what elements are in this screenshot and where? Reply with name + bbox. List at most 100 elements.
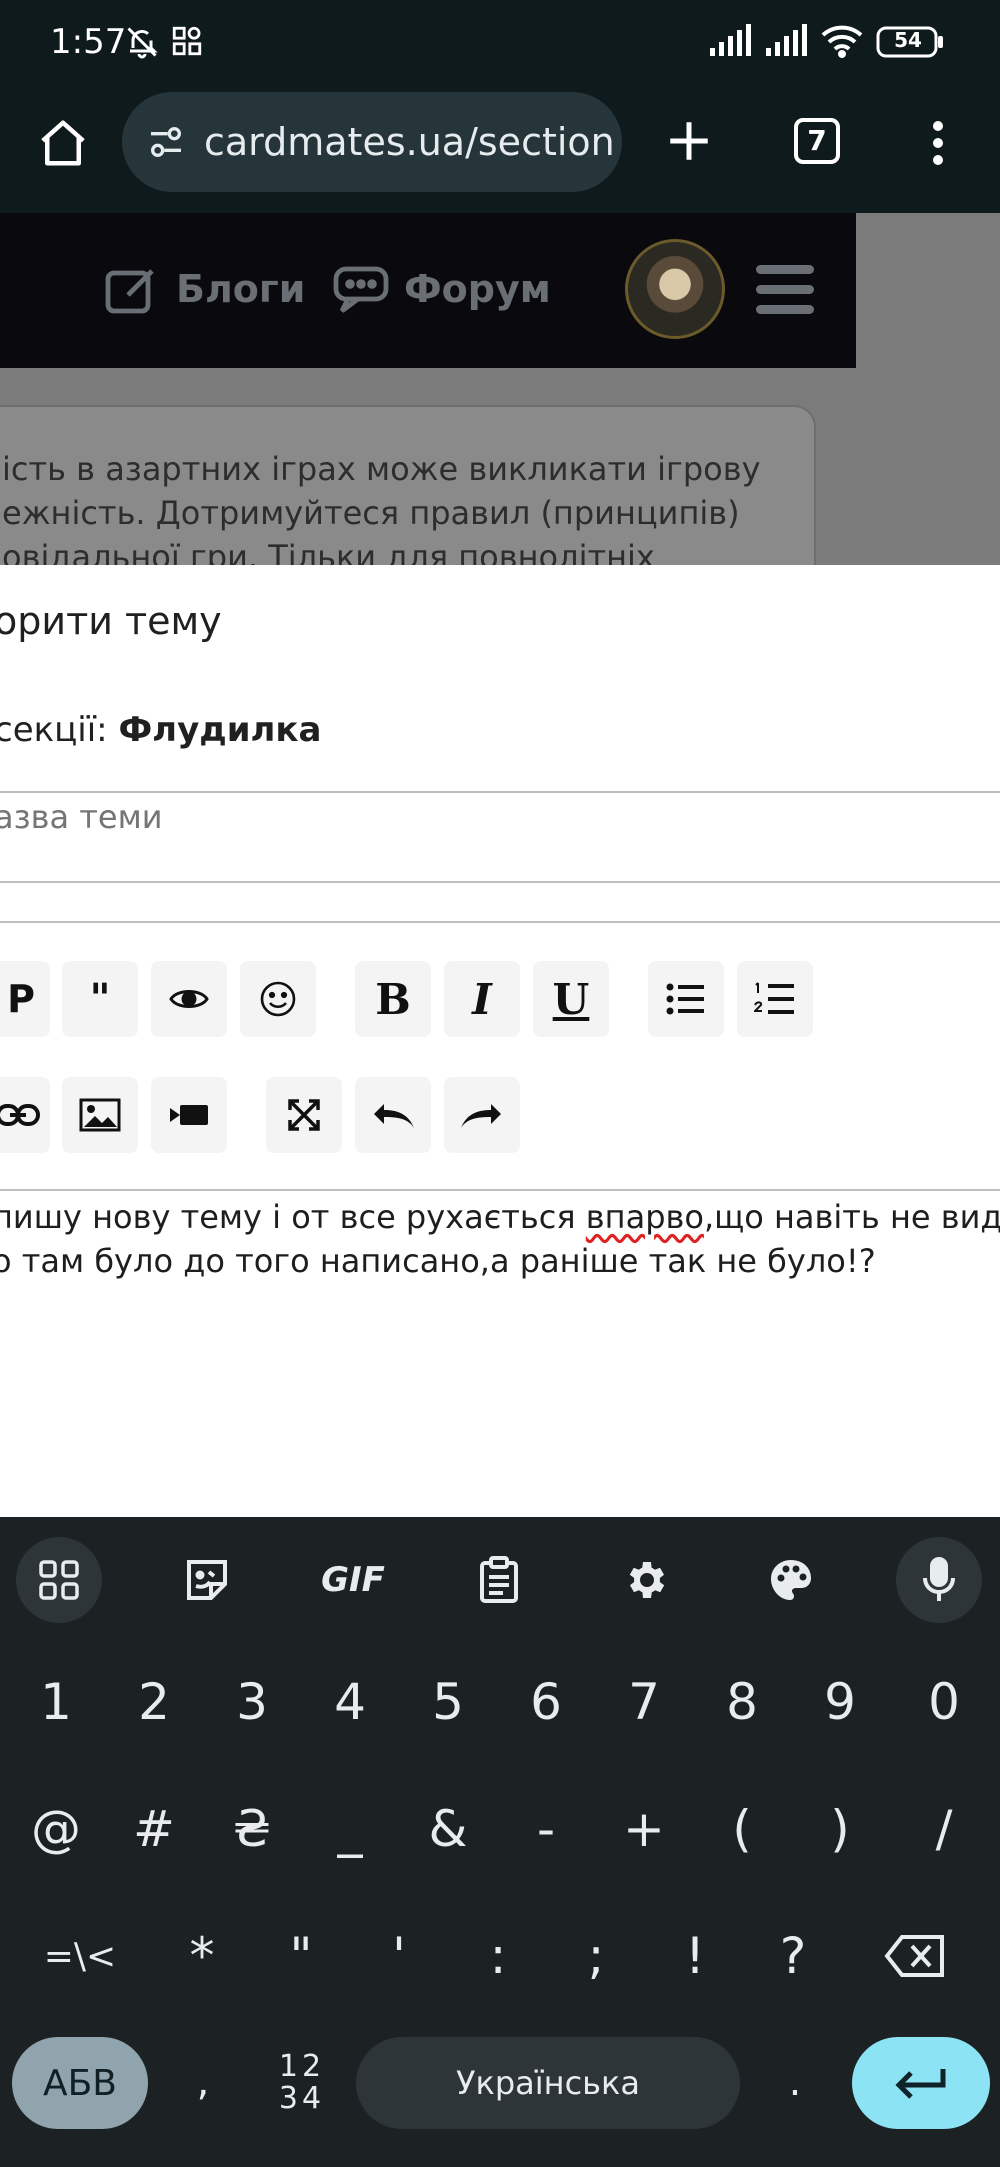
quote-button[interactable]: " — [62, 961, 138, 1037]
divider — [0, 921, 1000, 923]
modal-title: орити тему — [0, 599, 222, 643]
key-3[interactable]: 3 — [207, 1657, 297, 1747]
key-at[interactable]: @ — [11, 1784, 101, 1874]
italic-button[interactable]: I — [444, 961, 520, 1037]
bullet-list-button[interactable] — [648, 961, 724, 1037]
numbered-list-icon — [754, 982, 794, 1014]
site-settings-icon[interactable] — [146, 122, 186, 167]
backspace-key[interactable] — [870, 1911, 960, 2001]
home-icon[interactable] — [36, 116, 90, 175]
preview-button[interactable] — [151, 961, 227, 1037]
key-2[interactable]: 2 — [109, 1657, 199, 1747]
key-underscore[interactable]: _ — [305, 1784, 395, 1874]
status-time: 1:57 — [50, 22, 127, 62]
link-button[interactable] — [0, 1077, 50, 1153]
sticker-icon[interactable] — [164, 1537, 250, 1623]
bullet-list-icon — [666, 983, 704, 1015]
redo-button[interactable] — [444, 1077, 520, 1153]
new-tab-icon[interactable] — [664, 116, 714, 171]
key-exclamation[interactable]: ! — [650, 1911, 740, 2001]
user-avatar[interactable] — [625, 239, 725, 339]
blog-icon — [104, 265, 160, 320]
paragraph-button[interactable]: P — [0, 961, 50, 1037]
emoji-button[interactable] — [240, 961, 316, 1037]
forum-icon — [332, 265, 390, 320]
gif-button[interactable]: GIF — [310, 1537, 396, 1623]
backspace-icon — [884, 1935, 944, 1977]
key-ampersand[interactable]: & — [403, 1784, 493, 1874]
eye-icon — [169, 990, 209, 1008]
enter-key[interactable] — [852, 2037, 990, 2129]
fullscreen-button[interactable] — [266, 1077, 342, 1153]
gambling-warning-text: ість в азартних іграх може викликати ігр… — [2, 450, 761, 576]
key-7[interactable]: 7 — [599, 1657, 689, 1747]
nav-blogs[interactable]: Блоги — [176, 267, 305, 311]
battery-icon: 54 — [876, 26, 946, 63]
signal-icon — [708, 24, 756, 63]
more-options-icon[interactable] — [928, 118, 948, 173]
key-question[interactable]: ? — [748, 1911, 838, 2001]
misspelled-word: впарво — [585, 1198, 704, 1236]
space-key[interactable]: Українська — [356, 2037, 740, 2129]
mic-icon[interactable] — [896, 1537, 982, 1623]
signal-icon-2 — [764, 24, 812, 63]
key-0[interactable]: 0 — [899, 1657, 989, 1747]
numbered-list-button[interactable] — [737, 961, 813, 1037]
redo-icon — [461, 1104, 501, 1128]
wifi-icon — [820, 24, 864, 63]
key-single-quote[interactable]: ' — [354, 1911, 444, 2001]
numpad-switch-key[interactable]: 12 34 — [270, 2037, 334, 2129]
on-screen-keyboard: GIF 1 2 3 4 5 6 7 8 9 0 @ # ₴ _ & - + ( … — [0, 1517, 1000, 2167]
tab-switcher-button[interactable]: 7 — [794, 118, 840, 164]
divider — [0, 1189, 1000, 1191]
key-6[interactable]: 6 — [501, 1657, 591, 1747]
address-bar[interactable]: cardmates.ua/section — [122, 92, 622, 192]
topic-title-input[interactable] — [0, 793, 1000, 841]
key-comma[interactable]: , — [158, 2037, 248, 2127]
undo-button[interactable] — [355, 1077, 431, 1153]
key-period[interactable]: . — [750, 2037, 840, 2127]
key-9[interactable]: 9 — [795, 1657, 885, 1747]
image-button[interactable] — [62, 1077, 138, 1153]
key-asterisk[interactable]: * — [157, 1911, 247, 2001]
editor-line: о там було до того написано,а раніше так… — [0, 1242, 876, 1280]
nav-forum[interactable]: Форум — [404, 267, 551, 311]
letters-switch-key[interactable]: АБВ — [12, 2037, 148, 2129]
key-5[interactable]: 5 — [403, 1657, 493, 1747]
bold-button[interactable]: B — [355, 961, 431, 1037]
key-paren-open[interactable]: ( — [697, 1784, 787, 1874]
section-name: Флудилка — [118, 710, 322, 750]
video-icon — [170, 1105, 208, 1125]
key-slash[interactable]: / — [899, 1784, 989, 1874]
key-hash[interactable]: # — [109, 1784, 199, 1874]
key-minus[interactable]: - — [501, 1784, 591, 1874]
battery-level: 54 — [894, 28, 922, 52]
key-1[interactable]: 1 — [11, 1657, 101, 1747]
image-icon — [79, 1098, 121, 1132]
key-double-quote[interactable]: " — [256, 1911, 346, 2001]
site-header: Блоги Форум — [0, 213, 856, 368]
editor-line: пишу нову тему і от все рухається впарво… — [0, 1198, 1000, 1236]
settings-icon[interactable] — [602, 1537, 688, 1623]
key-semicolon[interactable]: ; — [551, 1911, 641, 2001]
video-button[interactable] — [151, 1077, 227, 1153]
smile-icon — [260, 981, 296, 1017]
key-more-symbols[interactable]: =\< — [20, 1911, 140, 2001]
clipboard-icon[interactable] — [456, 1537, 542, 1623]
undo-icon — [374, 1104, 414, 1128]
key-8[interactable]: 8 — [697, 1657, 787, 1747]
palette-icon[interactable] — [748, 1537, 834, 1623]
post-editor[interactable]: пишу нову тему і от все рухається впарво… — [0, 1195, 1000, 1283]
key-4[interactable]: 4 — [305, 1657, 395, 1747]
section-label: секції: Флудилка — [0, 710, 322, 750]
key-paren-close[interactable]: ) — [795, 1784, 885, 1874]
key-hryvnia[interactable]: ₴ — [207, 1784, 297, 1874]
status-bar: 1:57 54 — [0, 0, 1000, 88]
key-colon[interactable]: : — [453, 1911, 543, 2001]
widgets-icon — [170, 24, 204, 63]
underline-button[interactable]: U — [533, 961, 609, 1037]
apps-icon[interactable] — [16, 1537, 102, 1623]
url-text: cardmates.ua/section — [204, 120, 615, 164]
browser-toolbar: cardmates.ua/section 7 — [0, 88, 1000, 213]
key-plus[interactable]: + — [599, 1784, 689, 1874]
